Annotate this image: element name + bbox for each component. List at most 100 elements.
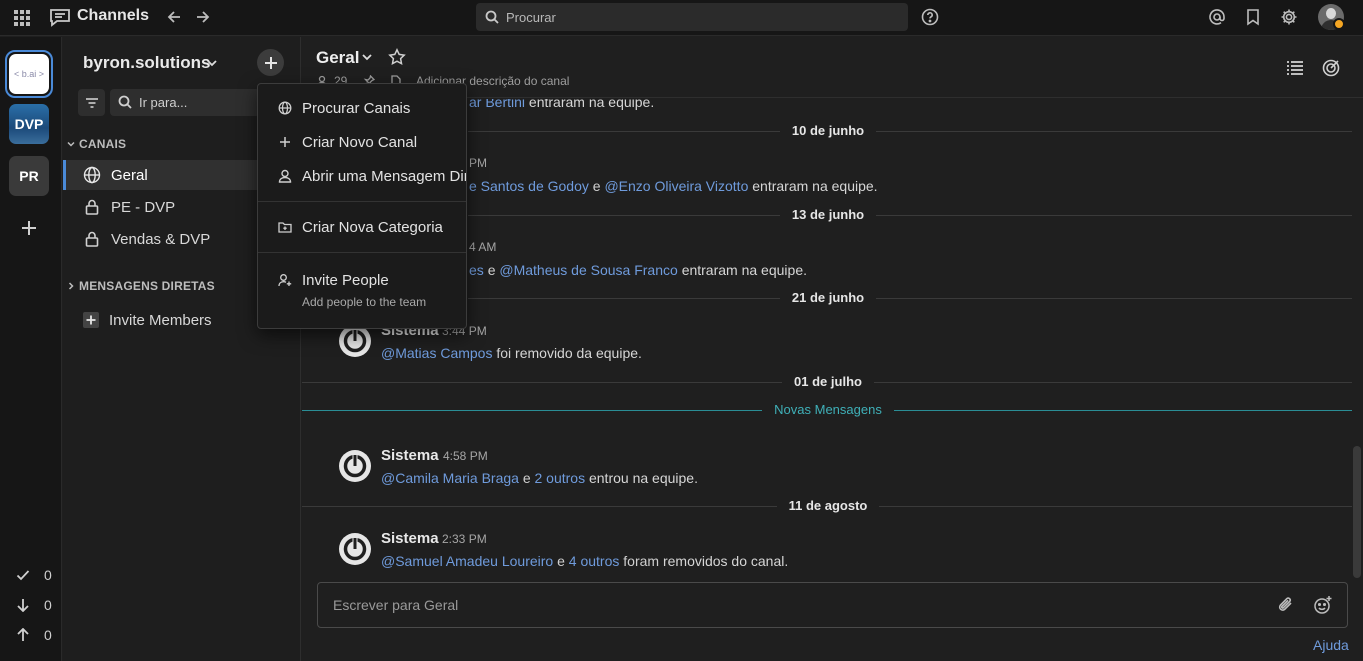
product-menu-icon[interactable] (13, 9, 31, 27)
stat-download[interactable]: 0 (16, 597, 52, 613)
message-scrollbar[interactable] (1353, 446, 1361, 578)
favorite-star-icon[interactable] (388, 48, 406, 66)
channel-title[interactable]: Geral (316, 48, 359, 68)
mention-link[interactable]: es (469, 262, 484, 278)
message-text: entraram na equipe. (528, 99, 655, 110)
team-initials: PR (19, 168, 39, 184)
lock-icon (83, 230, 101, 248)
search-box[interactable]: Procurar (476, 3, 908, 31)
menu-item-browse-channels[interactable]: Procurar Canais (258, 92, 466, 124)
team-pr[interactable]: PR (9, 156, 49, 196)
date-label: 11 de agosto (776, 498, 880, 513)
menu-item-sublabel: Add people to the team (302, 295, 427, 309)
find-placeholder: Ir para... (139, 95, 188, 110)
folder-plus-icon (278, 220, 292, 234)
category-direct-messages[interactable]: MENSAGENS DIRETAS (67, 279, 215, 293)
mentions-icon[interactable] (1208, 8, 1226, 26)
arrow-down-icon (16, 598, 30, 612)
mention-link[interactable]: ar Bertini (469, 99, 525, 110)
message-text: . (694, 470, 698, 486)
menu-item-create-channel[interactable]: Criar Novo Canal (258, 126, 466, 158)
stat-value: 0 (44, 597, 52, 613)
mention-link[interactable]: @Camila Maria Braga (381, 470, 519, 486)
team-byron-solutions[interactable]: < b.ai > (9, 54, 49, 94)
message-text: foi (496, 345, 512, 361)
new-messages-label: Novas Mensagens (762, 402, 894, 417)
emoji-picker-icon[interactable] (1313, 595, 1333, 615)
message-time-fragment: 4 AM (469, 240, 497, 254)
add-channel-dropdown-menu: Procurar Canais Criar Novo Canal Abrir u… (257, 83, 467, 329)
search-placeholder: Procurar (506, 10, 556, 25)
team-sidebar: < b.ai > DVP PR 0 0 0 (0, 37, 62, 661)
date-separator: 11 de agosto (302, 496, 1352, 516)
post-time[interactable]: 4:58 PM (443, 449, 488, 463)
top-bar: Channels Procurar (0, 0, 1363, 36)
stat-value: 0 (44, 627, 52, 643)
team-dvp[interactable]: DVP (9, 104, 49, 144)
message-time-fragment: PM (469, 156, 487, 170)
stat-upload[interactable]: 0 (16, 627, 52, 643)
stat-check[interactable]: 0 (16, 567, 52, 583)
post-body: @Samuel Amadeu Loureiro e 4 outros foram… (381, 553, 788, 569)
mention-link[interactable]: e Santos de Godoy (469, 178, 589, 194)
message-text: e (592, 178, 601, 194)
menu-item-label: Criar Novo Canal (302, 133, 418, 151)
invite-label: Invite Members (109, 311, 212, 329)
system-avatar-icon (338, 449, 372, 483)
post[interactable]: Sistema 3:44 PM @Matias Campos foi remov… (338, 322, 1338, 368)
post-author[interactable]: Sistema (381, 447, 439, 464)
plus-icon (278, 135, 292, 149)
globe-icon (83, 166, 101, 184)
menu-item-label: Criar Nova Categoria (302, 218, 443, 236)
playbooks-target-icon[interactable] (1322, 59, 1340, 77)
help-link[interactable]: Ajuda (1313, 637, 1349, 653)
post-body: @Matias Campos foi removido da equipe. (381, 345, 642, 361)
chevron-down-icon[interactable] (207, 59, 217, 67)
post-author[interactable]: Sistema (381, 530, 439, 547)
find-channel-input[interactable]: Ir para... (110, 89, 260, 116)
message-fragment: ar Bertini entraram na equipe. (469, 99, 654, 110)
chevron-down-icon (67, 140, 75, 148)
person-add-icon (278, 273, 292, 287)
help-icon[interactable] (921, 8, 939, 26)
message-text: entraram na equipe. (752, 178, 878, 194)
category-label: MENSAGENS DIRETAS (79, 279, 215, 293)
mention-link[interactable]: @Matheus de Sousa Franco (499, 262, 677, 278)
post[interactable]: Sistema 2:33 PM @Samuel Amadeu Loureiro … (338, 530, 1338, 575)
menu-item-create-category[interactable]: Criar Nova Categoria (258, 211, 466, 243)
message-composer[interactable]: Escrever para Geral (317, 582, 1348, 628)
post-time[interactable]: 2:33 PM (442, 532, 487, 546)
mention-link[interactable]: @Enzo Oliveira Vizotto (604, 178, 748, 194)
post[interactable]: Sistema 4:58 PM @Camila Maria Braga e 2 … (338, 447, 1338, 493)
date-label: 13 de junho (779, 207, 877, 222)
channel-info-list-icon[interactable] (1286, 60, 1304, 76)
date-label: 10 de junho (779, 123, 877, 138)
saved-messages-icon[interactable] (1245, 8, 1261, 26)
new-messages-separator: Novas Mensagens (302, 400, 1352, 420)
system-avatar-icon (338, 532, 372, 566)
filter-unread-button[interactable] (78, 89, 105, 116)
back-arrow-icon[interactable] (166, 9, 182, 25)
add-team-icon[interactable] (21, 220, 37, 236)
menu-item-invite-people[interactable]: Invite People (258, 264, 466, 296)
others-link[interactable]: 2 outros (535, 470, 586, 486)
message-text: removido da equipe (515, 345, 639, 361)
message-text: removidos do canal (662, 553, 785, 569)
search-icon (485, 10, 499, 24)
stat-value: 0 (44, 567, 52, 583)
settings-gear-icon[interactable] (1280, 8, 1298, 26)
menu-item-open-direct-message[interactable]: Abrir uma Mensagem Dir (258, 160, 466, 192)
mention-link[interactable]: @Samuel Amadeu Loureiro (381, 553, 553, 569)
team-name[interactable]: byron.solutions (83, 53, 211, 73)
chevron-right-icon (67, 282, 75, 290)
channel-label: Vendas & DVP (111, 230, 211, 248)
mention-link[interactable]: @Matias Campos (381, 345, 492, 361)
forward-arrow-icon[interactable] (195, 9, 211, 25)
add-channel-button[interactable] (257, 49, 284, 76)
others-link[interactable]: 4 outros (569, 553, 620, 569)
menu-item-label: Procurar Canais (302, 99, 411, 117)
chevron-down-icon[interactable] (362, 53, 372, 61)
attachment-paperclip-icon[interactable] (1276, 595, 1296, 615)
category-channels[interactable]: CANAIS (67, 137, 126, 151)
message-text: . (638, 345, 642, 361)
